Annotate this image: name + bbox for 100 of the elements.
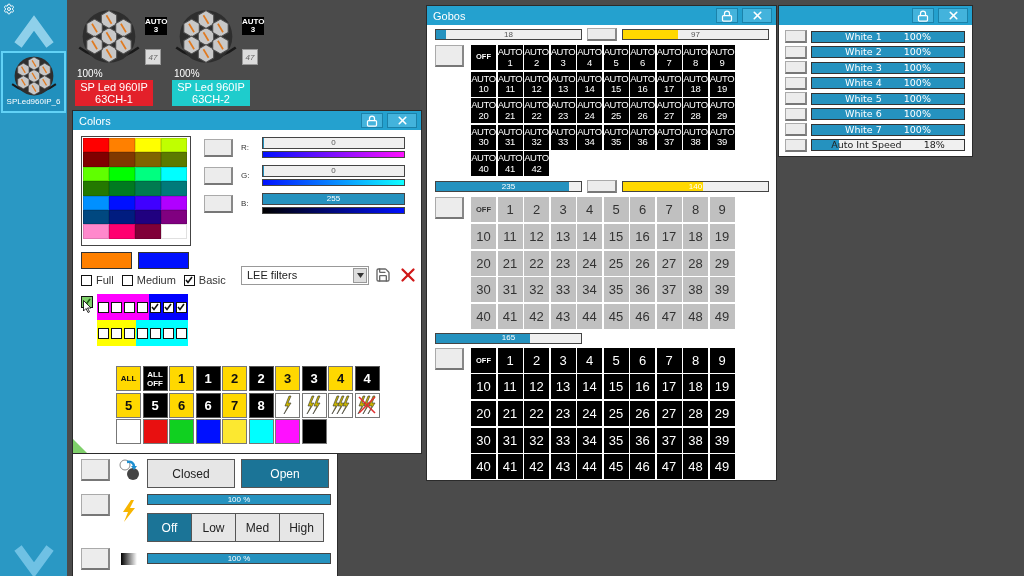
palette-swatch[interactable] (109, 152, 135, 167)
gobo-button[interactable]: 49 (709, 303, 735, 329)
level-bar[interactable]: White 3 100% (811, 61, 965, 74)
blank-button[interactable] (587, 28, 617, 41)
color-button[interactable] (275, 419, 300, 444)
checkbox[interactable] (162, 301, 174, 313)
gobo-button[interactable]: 26 (630, 250, 655, 276)
slider[interactable]: 100 % (147, 494, 331, 505)
gobo-button[interactable]: 30 (471, 277, 496, 303)
lock-button[interactable] (912, 8, 934, 23)
gobo-button[interactable]: AUTO 4 (577, 45, 602, 70)
gobo-button[interactable]: 13 (550, 374, 576, 400)
gobo-button[interactable]: AUTO 9 (709, 45, 735, 70)
gobo-button[interactable]: 22 (524, 400, 549, 426)
gobo-button[interactable]: 11 (497, 223, 523, 249)
gobo-button[interactable]: 5 (603, 347, 629, 373)
checkbox[interactable] (81, 274, 92, 286)
gobo-button[interactable]: AUTO 19 (709, 71, 735, 97)
gobo-button[interactable]: AUTO 26 (630, 98, 655, 124)
gobo-button[interactable]: AUTO 31 (497, 124, 523, 150)
lock-button[interactable] (361, 113, 383, 128)
channel-button[interactable]: 7 (222, 392, 247, 418)
gobo-button[interactable]: AUTO 5 (603, 45, 629, 70)
blank-button[interactable] (785, 92, 807, 105)
checkbox[interactable] (183, 274, 195, 286)
strobe-mode-button[interactable]: Off (147, 513, 192, 542)
gobo-button[interactable]: 31 (497, 427, 523, 453)
gobo-button[interactable]: 9 (709, 347, 735, 373)
gobo-button[interactable]: 6 (630, 347, 655, 373)
palette-swatch[interactable] (83, 181, 109, 196)
gobo-button[interactable]: 29 (709, 400, 735, 426)
slider[interactable]: 18 (435, 29, 582, 40)
gobo-button[interactable]: AUTO 21 (497, 98, 523, 124)
gobo-button[interactable]: 49 (709, 454, 735, 480)
gobo-button[interactable]: 9 (709, 197, 735, 223)
gobo-button[interactable]: 16 (630, 223, 655, 249)
gobo-button[interactable]: AUTO 18 (683, 71, 708, 97)
gobo-button[interactable]: AUTO 1 (497, 45, 523, 70)
color-swatch[interactable] (81, 252, 132, 269)
gobo-button[interactable]: 44 (577, 454, 602, 480)
gobo-button[interactable]: 18 (683, 374, 708, 400)
gobo-button[interactable]: 42 (524, 303, 549, 329)
gobo-button[interactable]: 33 (550, 277, 576, 303)
gobo-button[interactable]: 34 (577, 427, 602, 453)
strobe-button[interactable] (354, 392, 380, 418)
blank-button[interactable] (435, 197, 464, 220)
slider[interactable]: 235 (435, 181, 582, 193)
close-button[interactable] (742, 8, 772, 23)
channel-button[interactable]: 6 (169, 392, 194, 418)
gobo-button[interactable]: 10 (471, 223, 496, 249)
color-button[interactable] (222, 419, 247, 444)
blank-button[interactable] (81, 459, 110, 481)
lock-button[interactable] (716, 8, 738, 23)
checkbox[interactable] (97, 301, 109, 313)
channel-button[interactable]: 3 (301, 366, 327, 391)
shutter-button[interactable]: Closed (147, 459, 235, 488)
slider[interactable]: 165 (435, 332, 582, 344)
gobo-button[interactable]: 25 (603, 250, 629, 276)
blank-button[interactable] (81, 494, 110, 516)
close-button[interactable] (387, 113, 417, 128)
strobe-button[interactable] (275, 392, 300, 418)
gobo-button[interactable]: 45 (603, 303, 629, 329)
gobo-button[interactable]: 13 (550, 223, 576, 249)
palette-swatch[interactable] (83, 138, 109, 153)
gobo-button[interactable]: 41 (497, 303, 523, 329)
gobo-button[interactable]: 44 (577, 303, 602, 329)
gobo-button[interactable]: AUTO 2 (524, 45, 549, 70)
gobo-button[interactable]: 34 (577, 277, 602, 303)
gobo-button[interactable]: 17 (656, 223, 682, 249)
channel-button[interactable]: 1 (195, 366, 221, 391)
channel-button[interactable]: 8 (248, 392, 274, 418)
gobo-button[interactable]: 17 (656, 374, 682, 400)
palette-swatch[interactable] (135, 138, 161, 153)
channel-button[interactable]: 2 (222, 366, 247, 391)
channel-button[interactable]: 4 (354, 366, 380, 391)
gobo-button[interactable]: 23 (550, 400, 576, 426)
gobo-button[interactable]: 26 (630, 400, 655, 426)
strobe-mode-button[interactable]: Low (191, 513, 236, 542)
gobo-button[interactable]: 11 (497, 374, 523, 400)
gobo-button[interactable]: 18 (683, 223, 708, 249)
gobo-button[interactable]: AUTO 23 (550, 98, 576, 124)
gobo-button[interactable]: 19 (709, 223, 735, 249)
gobo-button[interactable]: 22 (524, 250, 549, 276)
gobo-button[interactable]: 15 (603, 223, 629, 249)
blank-button[interactable] (435, 347, 464, 370)
gobo-button[interactable]: 7 (656, 347, 682, 373)
gobo-button[interactable]: 1 (497, 197, 523, 223)
gobo-button[interactable]: 40 (471, 454, 496, 480)
gobo-button[interactable]: 32 (524, 427, 549, 453)
gobo-button[interactable]: 10 (471, 374, 496, 400)
palette-swatch[interactable] (83, 224, 109, 239)
checkbox[interactable] (149, 301, 161, 313)
gobo-button[interactable]: 21 (497, 250, 523, 276)
color-button[interactable] (142, 419, 168, 444)
channel-button[interactable]: 6 (195, 392, 221, 418)
gobo-button[interactable]: 20 (471, 400, 496, 426)
checkbox[interactable] (136, 301, 148, 313)
channel-button[interactable]: 2 (248, 366, 274, 391)
palette-swatch[interactable] (109, 138, 135, 153)
level-bar[interactable]: White 6 100% (811, 108, 965, 120)
